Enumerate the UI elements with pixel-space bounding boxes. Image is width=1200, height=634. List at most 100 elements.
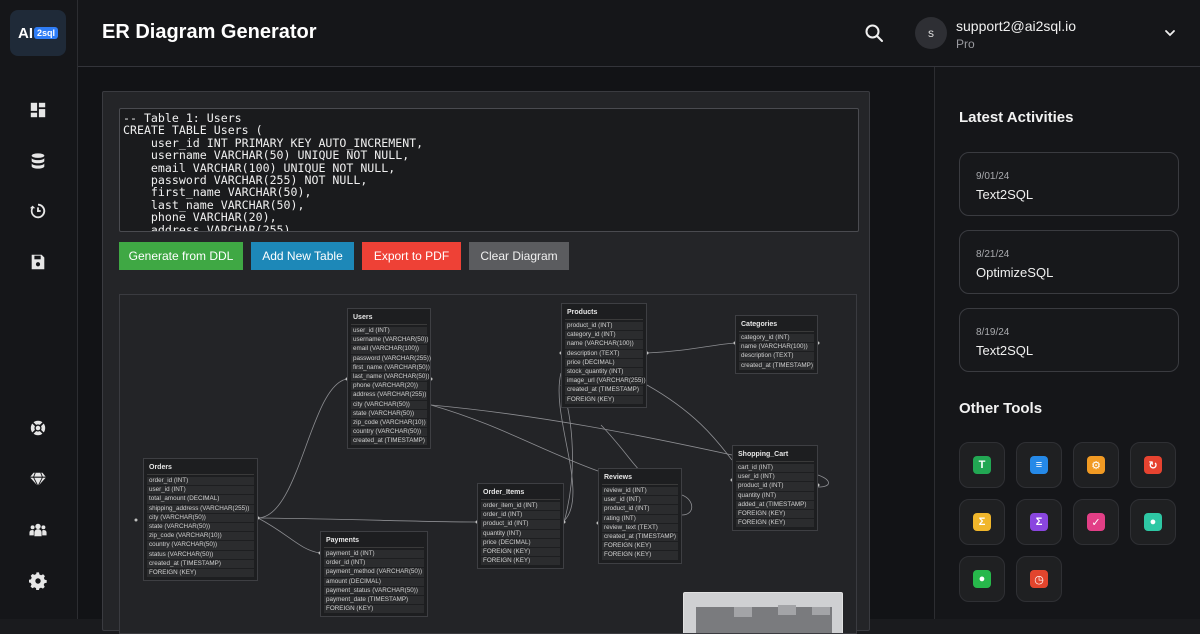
er-field: phone (VARCHAR(20)): [351, 382, 427, 391]
chat-teal-tool-icon[interactable]: ●: [1130, 499, 1176, 545]
chat-green-tool-icon[interactable]: ●: [959, 556, 1005, 602]
avatar[interactable]: s: [915, 17, 947, 49]
database-icon[interactable]: [28, 151, 48, 171]
er-field: last_name (VARCHAR(50)): [351, 372, 430, 382]
page-title: ER Diagram Generator: [102, 21, 317, 43]
clear-diagram-button[interactable]: Clear Diagram: [469, 242, 569, 270]
text2sql-tool-icon[interactable]: T: [959, 442, 1005, 488]
er-field: order_id (INT): [481, 511, 560, 520]
er-field: state (VARCHAR(50)): [147, 522, 254, 532]
er-field: price (DECIMAL): [481, 538, 560, 547]
er-table-title: Order_Items: [481, 487, 560, 500]
sidebar: AI 2sql: [0, 0, 78, 619]
app-logo[interactable]: AI 2sql: [10, 10, 66, 56]
er-field: category_id (INT): [565, 331, 643, 340]
export-to-pdf-button[interactable]: Export to PDF: [362, 242, 461, 270]
er-field: FOREIGN (KEY): [736, 509, 814, 519]
er-table-payments[interactable]: Payments payment_id (INT) order_id (INT)…: [320, 531, 428, 618]
er-diagram-canvas[interactable]: Users user_id (INT) username (VARCHAR(50…: [119, 294, 857, 634]
er-field: address (VARCHAR(255)): [351, 391, 427, 400]
er-field: quantity (INT): [736, 491, 814, 500]
activity-item[interactable]: 8/19/24 Text2SQL: [959, 308, 1179, 372]
er-field: order_item_id (INT): [481, 502, 560, 511]
diagram-minimap[interactable]: [683, 592, 843, 633]
er-field: FOREIGN (KEY): [602, 551, 678, 560]
er-field: created_at (TIMESTAMP): [565, 386, 643, 395]
er-table-title: Reviews: [602, 472, 678, 485]
timer-tool-icon[interactable]: ◷: [1016, 556, 1062, 602]
er-field: state (VARCHAR(50)): [351, 409, 427, 418]
team-icon[interactable]: [28, 520, 48, 540]
activity-date: 8/19/24: [976, 327, 1010, 338]
er-table-users[interactable]: Users user_id (INT) username (VARCHAR(50…: [347, 308, 431, 450]
activity-name: OptimizeSQL: [976, 265, 1054, 280]
er-field: email (VARCHAR(100)): [351, 345, 427, 354]
relation-orders-order-items: [257, 517, 478, 523]
dashboard-icon[interactable]: [28, 100, 48, 120]
er-field: amount (DECIMAL): [324, 577, 424, 586]
er-table-categories[interactable]: Categories category_id (INT) name (VARCH…: [735, 315, 818, 374]
diamond-icon[interactable]: [28, 469, 48, 489]
er-field: product_id (INT): [481, 520, 560, 529]
er-field: shipping_address (VARCHAR(255)): [147, 504, 254, 513]
er-field: added_at (TIMESTAMP): [736, 500, 814, 509]
er-field: total_amount (DECIMAL): [147, 495, 254, 504]
er-table-orders[interactable]: Orders order_id (INT) user_id (INT) tota…: [143, 458, 258, 582]
history-icon[interactable]: [28, 201, 48, 221]
other-tools-title: Other Tools: [959, 400, 1043, 417]
er-field: FOREIGN (KEY): [736, 519, 814, 528]
formatter-tool-icon[interactable]: ≡: [1016, 442, 1062, 488]
er-field: zip_code (VARCHAR(10)): [351, 418, 427, 428]
logo-sql-badge: 2sql: [33, 27, 58, 39]
check-tool-icon[interactable]: ✓: [1073, 499, 1119, 545]
er-field: payment_method (VARCHAR(50)): [324, 568, 424, 577]
er-table-products[interactable]: Products product_id (INT) category_id (I…: [561, 303, 647, 408]
save-icon[interactable]: [28, 252, 48, 272]
ddl-textarea[interactable]: -- Table 1: Users CREATE TABLE Users ( u…: [119, 108, 859, 232]
support-icon[interactable]: [28, 418, 48, 438]
er-field: product_id (INT): [736, 482, 814, 491]
er-field: FOREIGN (KEY): [147, 568, 254, 578]
generate-from-ddl-button[interactable]: Generate from DDL: [119, 242, 243, 270]
er-field: payment_date (TIMESTAMP): [324, 595, 424, 605]
sigma-yellow-tool-icon[interactable]: Σ: [959, 499, 1005, 545]
gear-tool-icon[interactable]: ⚙: [1073, 442, 1119, 488]
convert-tool-icon[interactable]: ↻: [1130, 442, 1176, 488]
er-field: username (VARCHAR(50)): [351, 336, 429, 345]
er-field: image_url (VARCHAR(255)): [565, 377, 646, 386]
er-table-title: Products: [565, 307, 643, 320]
chevron-down-icon[interactable]: [1163, 26, 1177, 40]
er-table-title: Orders: [147, 462, 254, 475]
relation-products-categories: [646, 342, 736, 354]
er-field: FOREIGN (KEY): [481, 547, 560, 557]
relation-payments-orders: [257, 517, 321, 554]
er-field: user_id (INT): [147, 486, 254, 495]
er-field: category_id (INT): [739, 334, 814, 343]
er-table-title: Payments: [324, 535, 424, 548]
er-field: FOREIGN (KEY): [565, 395, 643, 404]
er-field: product_id (INT): [602, 505, 678, 514]
er-field: country (VARCHAR(50)): [147, 541, 254, 550]
er-field: city (VARCHAR(50)): [147, 513, 254, 522]
er-field: review_text (TEXT): [602, 523, 678, 532]
search-icon[interactable]: [864, 23, 884, 43]
activity-item[interactable]: 8/21/24 OptimizeSQL: [959, 230, 1179, 294]
relation-reviews-loop: [681, 494, 693, 516]
sigma-purple-tool-icon[interactable]: Σ: [1016, 499, 1062, 545]
er-table-order-items[interactable]: Order_Items order_item_id (INT) order_id…: [477, 483, 564, 570]
logo-ai-text: AI: [17, 24, 33, 42]
er-field: name (VARCHAR(100)): [739, 343, 814, 352]
er-table-reviews[interactable]: Reviews review_id (INT) user_id (INT) pr…: [598, 468, 682, 564]
settings-icon[interactable]: [28, 571, 48, 591]
er-field: user_id (INT): [602, 496, 678, 505]
er-field: cart_id (INT): [736, 464, 814, 473]
relation-orders-users: [257, 378, 348, 519]
activity-item[interactable]: 9/01/24 Text2SQL: [959, 152, 1179, 216]
top-header: ER Diagram Generator s support2@ai2sql.i…: [78, 0, 1200, 67]
add-new-table-button[interactable]: Add New Table: [251, 242, 354, 270]
activity-date: 9/01/24: [976, 171, 1010, 182]
er-field: FOREIGN (KEY): [602, 542, 678, 551]
er-field: name (VARCHAR(100)): [565, 340, 643, 349]
er-table-shopping-cart[interactable]: Shopping_Cart cart_id (INT) user_id (INT…: [732, 445, 818, 532]
er-field: description (TEXT): [565, 349, 643, 358]
